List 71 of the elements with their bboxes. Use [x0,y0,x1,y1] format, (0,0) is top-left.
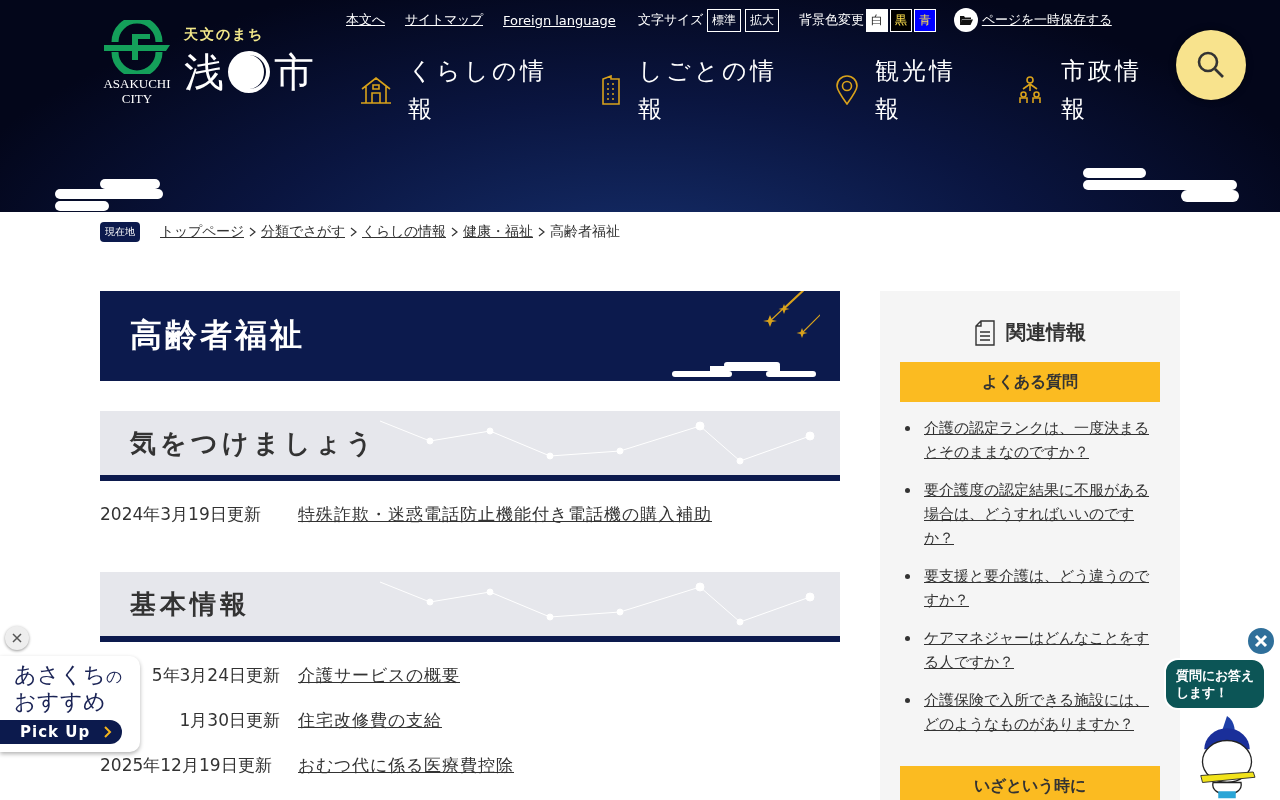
city-name-last: 市 [274,48,314,96]
bullet-icon [905,636,910,641]
close-button[interactable] [5,626,29,650]
faq-link[interactable]: 介護保険で入所できる施設には、どのようなものがありますか？ [924,688,1160,736]
article-link[interactable]: 特殊詐欺・迷惑電話防止機能付き電話機の購入補助 [298,503,712,526]
pickup-banner[interactable]: あさくちの おすすめ Pick Up [0,656,140,752]
city-emblem-icon [102,20,172,74]
article-link[interactable]: 住宅改修費の支給 [298,709,442,732]
save-page-link[interactable]: ページを一時保存する [981,11,1112,29]
update-date: 5年3月24日更新 [151,664,280,687]
background-color-button[interactable]: 青 [913,8,936,32]
page-title: 高齢者福祉 [130,315,305,356]
tagline: 天文のまち [184,26,265,44]
house-icon [360,75,392,105]
speech-bubble[interactable]: 質問にお答えします！ [1164,658,1266,710]
background-color-button[interactable]: 白 [865,8,888,32]
section-heading: 気をつけましょう [130,426,377,460]
update-date: 2025年12月19日更新 [100,754,272,777]
breadcrumb-link[interactable]: 分類でさがす [261,223,345,241]
chevron-icon [451,227,458,237]
breadcrumb-link[interactable]: くらしの情報 [362,223,446,241]
chevron-icon [350,227,357,237]
nav-link[interactable]: 観光情報 [835,52,1015,128]
bullet-icon [905,698,910,703]
bullet-icon [905,574,910,579]
utility-link[interactable]: Foreign language [503,12,616,28]
building-icon [600,75,622,105]
pickup-subtitle: おすすめ [14,688,107,716]
current-location-badge: 現在地 [100,222,140,242]
sidebar-section-heading: よくある質問 [900,362,1160,402]
update-date: 2024年3月19日更新 [100,503,261,526]
city-name-first: 浅 [184,48,224,96]
utility-link[interactable]: サイトマップ [405,11,483,29]
font-size-label: 文字サイズ [637,11,703,29]
city-name-english: ASAKUCHI CITY [102,76,172,106]
utility-link[interactable]: 本文へ [346,11,385,29]
bullet-icon [905,426,910,431]
breadcrumb-current: 高齢者福祉 [550,223,620,241]
chevron-icon [249,227,256,237]
nav-link[interactable]: 市政情報 [1015,52,1165,128]
article-link[interactable]: 介護サービスの概要 [298,664,460,687]
background-color-button[interactable]: 黒 [889,8,912,32]
close-icon [1254,634,1268,648]
font-size-button[interactable]: 拡大 [744,8,779,32]
chevron-icon [538,227,545,237]
pickup-title-suffix: の [106,667,122,688]
faq-link[interactable]: ケアマネジャーはどんなことをする人ですか？ [924,626,1160,674]
breadcrumb-link[interactable]: 健康・福祉 [463,223,533,241]
pickup-button[interactable]: Pick Up [0,720,122,744]
crescent-moon-icon [226,49,272,95]
faq-link[interactable]: 要介護度の認定結果に不服がある場合は、どうすればいいのですか？ [924,478,1160,550]
font-size-button[interactable]: 標準 [706,8,741,32]
article-link[interactable]: おむつ代に係る医療費控除 [298,754,514,777]
breadcrumb-link[interactable]: トップページ [160,223,244,241]
sidebar-title: 関連情報 [1006,319,1086,346]
faq-link[interactable]: 介護の認定ランクは、一度決まるとそのままなのですか？ [924,416,1160,464]
update-date: 1月30日更新 [179,709,280,732]
bullet-icon [905,488,910,493]
background-color-label: 背景色変更 [798,11,864,29]
sidebar-section-heading: いざという時に [900,766,1160,800]
close-icon [12,633,22,643]
search-icon [1196,50,1226,80]
nav-link[interactable]: くらしの情報 [360,52,600,128]
location-pin-icon [835,75,859,105]
folder-icon [953,8,978,32]
document-icon [974,319,996,346]
nav-link[interactable]: しごとの情報 [600,52,835,128]
pickup-title: あさくち [14,662,106,688]
faq-link[interactable]: 要支援と要介護は、どう違うのですか？ [924,564,1160,612]
chevron-icon [104,726,113,738]
section-heading: 基本情報 [130,587,250,621]
